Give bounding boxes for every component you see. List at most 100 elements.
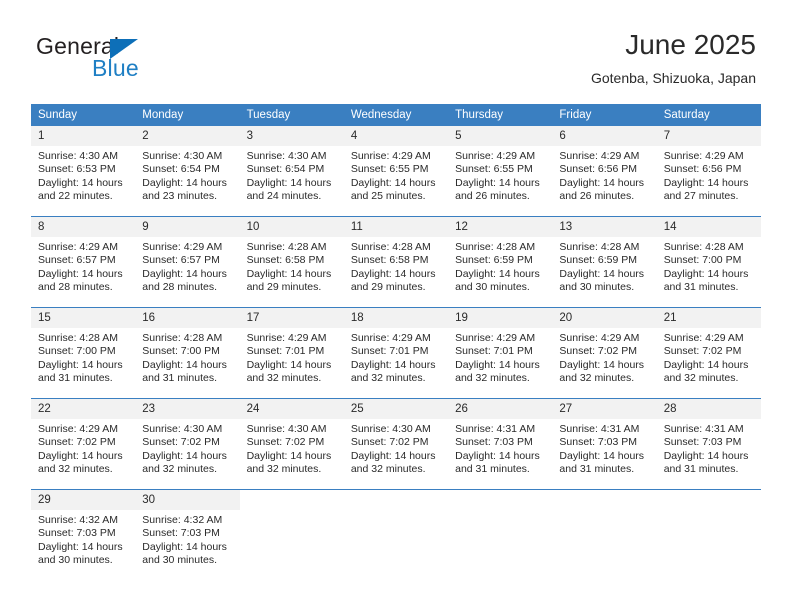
day-details: Sunrise: 4:29 AM Sunset: 7:01 PM Daylight:… — [448, 328, 552, 386]
daylight-duration-line1: Daylight: 14 hours — [663, 176, 749, 189]
calendar-day-cell[interactable]: 8 Sunrise: 4:29 AM Sunset: 6:57 PM Daylight… — [31, 217, 136, 295]
daylight-duration-line1: Daylight: 14 hours — [559, 449, 645, 462]
calendar-day-cell[interactable]: 13 Sunrise: 4:28 AM Sunset: 6:59 PM Dayligh… — [552, 217, 657, 295]
day-details — [344, 510, 448, 514]
sunset-time: Sunset: 6:56 PM — [559, 163, 638, 176]
daylight-duration-line2: and 32 minutes. — [246, 463, 322, 476]
calendar-week-row: 1 Sunrise: 4:30 AM Sunset: 6:53 PM Daylight… — [31, 126, 761, 203]
day-details: Sunrise: 4:31 AM Sunset: 7:03 PM Daylight:… — [552, 419, 656, 477]
calendar-day-cell[interactable]: 17 Sunrise: 4:29 AM Sunset: 7:01 PM Dayligh… — [239, 308, 344, 386]
daylight-duration-line1: Daylight: 14 hours — [455, 267, 540, 280]
calendar-day-cell[interactable]: 3 Sunrise: 4:30 AM Sunset: 6:54 PM Daylight… — [239, 126, 344, 203]
calendar-day-cell[interactable]: 26 Sunrise: 4:31 AM Sunset: 7:03 PM Dayligh… — [448, 399, 553, 477]
daylight-duration-line1: Daylight: 14 hours — [142, 358, 227, 371]
calendar-day-cell[interactable]: 2 Sunrise: 4:30 AM Sunset: 6:54 PM Daylight… — [135, 126, 240, 204]
daylight-duration-line1: Daylight: 14 hours — [455, 449, 540, 462]
sunrise-time: Sunrise: 4:28 AM — [246, 241, 327, 253]
calendar-day-cell[interactable]: 27 Sunrise: 4:31 AM Sunset: 7:03 PM Dayligh… — [552, 399, 657, 477]
page-title: June 2025 — [625, 29, 756, 60]
daylight-duration-line1: Daylight: 14 hours — [559, 358, 645, 371]
calendar-day-cell[interactable]: 7 Sunrise: 4:29 AM Sunset: 6:56 PM Daylight… — [656, 126, 761, 203]
sunset-time: Sunset: 6:57 PM — [38, 254, 116, 267]
daylight-duration-line1: Daylight: 14 hours — [142, 540, 227, 553]
brand-logo[interactable]: General Blue — [36, 33, 236, 83]
calendar-day-cell[interactable]: 23 Sunrise: 4:30 AM Sunset: 7:02 PM Dayligh… — [135, 399, 240, 477]
calendar-week-row: 15 Sunrise: 4:28 AM Sunset: 7:00 PM Dayligh… — [31, 308, 761, 386]
sunrise-time: Sunrise: 4:28 AM — [350, 241, 431, 253]
sunset-time: Sunset: 7:03 PM — [142, 527, 220, 540]
daylight-duration-line1: Daylight: 14 hours — [350, 267, 436, 280]
calendar-week-row: 29 Sunrise: 4:32 AM Sunset: 7:03 PM Dayligh… — [31, 490, 761, 568]
day-cell-inner: 21 Sunrise: 4:29 AM Sunset: 7:02 PM Dayligh… — [656, 308, 761, 385]
sunset-time: Sunset: 7:00 PM — [663, 254, 742, 267]
calendar-day-cell[interactable]: 20 Sunrise: 4:29 AM Sunset: 7:02 PM Dayligh… — [552, 308, 657, 386]
calendar-day-cell[interactable]: 18 Sunrise: 4:29 AM Sunset: 7:01 PM Dayligh… — [343, 308, 449, 386]
sunset-time: Sunset: 7:00 PM — [142, 345, 220, 358]
sunset-time: Sunset: 7:00 PM — [38, 345, 116, 358]
calendar-day-cell[interactable]: 12 Sunrise: 4:28 AM Sunset: 6:59 PM Dayligh… — [448, 217, 553, 295]
calendar-day-cell[interactable]: 30 Sunrise: 4:32 AM Sunset: 7:03 PM Dayligh… — [135, 490, 240, 568]
week-separator — [31, 203, 761, 217]
calendar-day-cell[interactable]: 5 Sunrise: 4:29 AM Sunset: 6:55 PM Daylight… — [448, 126, 553, 203]
calendar-day-cell[interactable]: 16 Sunrise: 4:28 AM Sunset: 7:00 PM Dayligh… — [135, 308, 240, 386]
calendar-day-cell[interactable]: 15 Sunrise: 4:28 AM Sunset: 7:00 PM Dayligh… — [31, 308, 136, 386]
weekday-header-wednesday: Wednesday — [343, 104, 449, 126]
daylight-duration-line2: and 32 minutes. — [663, 372, 739, 385]
day-number — [657, 490, 761, 510]
calendar-day-cell[interactable]: 9 Sunrise: 4:29 AM Sunset: 6:57 PM Daylight… — [135, 217, 240, 295]
day-cell-inner: 26 Sunrise: 4:31 AM Sunset: 7:03 PM Dayligh… — [448, 399, 553, 476]
daylight-duration-line1: Daylight: 14 hours — [38, 267, 123, 280]
day-number: 22 — [31, 399, 136, 419]
sunrise-time: Sunrise: 4:29 AM — [663, 150, 744, 162]
daylight-duration-line2: and 31 minutes. — [142, 372, 217, 385]
calendar-empty-cell — [240, 490, 344, 568]
calendar-day-cell[interactable]: 24 Sunrise: 4:30 AM Sunset: 7:02 PM Dayligh… — [239, 399, 344, 477]
day-details: Sunrise: 4:30 AM Sunset: 7:02 PM Daylight:… — [240, 419, 344, 477]
calendar-day-cell[interactable]: 1 Sunrise: 4:30 AM Sunset: 6:53 PM Daylight… — [31, 126, 136, 203]
week-separator — [31, 294, 761, 308]
sunset-time: Sunset: 7:03 PM — [455, 436, 533, 449]
calendar-day-cell[interactable]: 22 Sunrise: 4:29 AM Sunset: 7:02 PM Dayligh… — [31, 399, 136, 477]
daylight-duration-line2: and 28 minutes. — [142, 281, 217, 294]
day-details: Sunrise: 4:32 AM Sunset: 7:03 PM Daylight:… — [135, 510, 239, 568]
daylight-duration-line1: Daylight: 14 hours — [559, 176, 645, 189]
day-cell-inner: 8 Sunrise: 4:29 AM Sunset: 6:57 PM Daylight… — [31, 217, 136, 295]
calendar-empty-cell — [344, 490, 448, 568]
day-number: 27 — [552, 399, 657, 419]
calendar-day-cell[interactable]: 28 Sunrise: 4:31 AM Sunset: 7:03 PM Dayligh… — [656, 399, 761, 477]
day-cell-inner: 10 Sunrise: 4:28 AM Sunset: 6:58 PM Dayligh… — [239, 217, 344, 294]
sunrise-time: Sunrise: 4:28 AM — [455, 241, 536, 253]
daylight-duration-line2: and 27 minutes. — [663, 190, 739, 203]
calendar-week-row: 8 Sunrise: 4:29 AM Sunset: 6:57 PM Daylight… — [31, 217, 761, 295]
calendar-empty-cell — [448, 490, 552, 568]
week-separator — [31, 476, 761, 490]
calendar-day-cell[interactable]: 10 Sunrise: 4:28 AM Sunset: 6:58 PM Dayligh… — [239, 217, 344, 295]
sunrise-time: Sunrise: 4:29 AM — [350, 150, 431, 162]
calendar-day-cell[interactable]: 25 Sunrise: 4:30 AM Sunset: 7:02 PM Dayligh… — [343, 399, 449, 477]
calendar-day-cell[interactable]: 19 Sunrise: 4:29 AM Sunset: 7:01 PM Dayligh… — [448, 308, 553, 386]
daylight-duration-line2: and 32 minutes. — [350, 372, 426, 385]
calendar-day-cell[interactable]: 29 Sunrise: 4:32 AM Sunset: 7:03 PM Dayligh… — [31, 490, 136, 568]
daylight-duration-line2: and 31 minutes. — [455, 463, 530, 476]
day-details: Sunrise: 4:29 AM Sunset: 7:02 PM Daylight:… — [31, 419, 135, 477]
calendar-day-cell[interactable]: 11 Sunrise: 4:28 AM Sunset: 6:58 PM Dayligh… — [343, 217, 449, 295]
day-cell-inner: 5 Sunrise: 4:29 AM Sunset: 6:55 PM Daylight… — [448, 126, 553, 203]
day-number: 29 — [31, 490, 136, 510]
daylight-duration-line2: and 30 minutes. — [455, 281, 530, 294]
daylight-duration-line2: and 26 minutes. — [559, 190, 635, 203]
day-details: Sunrise: 4:30 AM Sunset: 6:54 PM Daylight:… — [135, 146, 239, 204]
day-details: Sunrise: 4:29 AM Sunset: 6:57 PM Daylight:… — [31, 237, 135, 295]
day-details — [552, 510, 656, 514]
calendar-day-cell[interactable]: 6 Sunrise: 4:29 AM Sunset: 6:56 PM Daylight… — [552, 126, 657, 203]
daylight-duration-line2: and 25 minutes. — [350, 190, 426, 203]
calendar-day-cell[interactable]: 14 Sunrise: 4:28 AM Sunset: 7:00 PM Dayligh… — [656, 217, 761, 295]
day-number — [240, 490, 344, 510]
daylight-duration-line2: and 23 minutes. — [142, 190, 217, 203]
daylight-duration-line1: Daylight: 14 hours — [246, 267, 332, 280]
day-details — [448, 510, 552, 514]
page-subtitle-location: Gotenba, Shizuoka, Japan — [590, 70, 756, 86]
day-cell-inner: 11 Sunrise: 4:28 AM Sunset: 6:58 PM Dayligh… — [343, 217, 449, 294]
sunset-time: Sunset: 7:01 PM — [455, 345, 533, 358]
calendar-day-cell[interactable]: 21 Sunrise: 4:29 AM Sunset: 7:02 PM Dayligh… — [656, 308, 761, 386]
calendar-day-cell[interactable]: 4 Sunrise: 4:29 AM Sunset: 6:55 PM Daylight… — [343, 126, 449, 203]
